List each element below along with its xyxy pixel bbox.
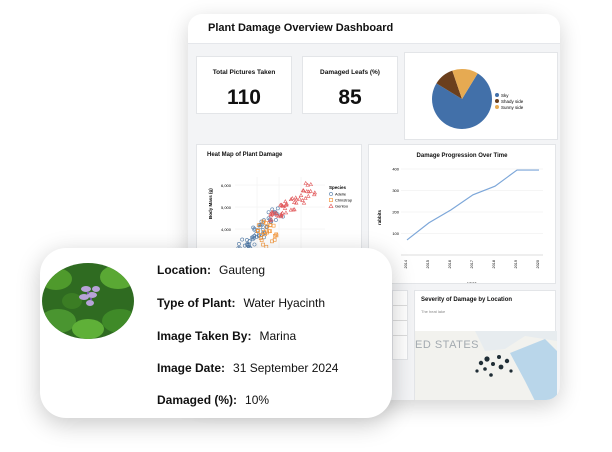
line-ytick: 100: [392, 231, 399, 236]
info-row-plant-type: Type of Plant: Water Hyacinth: [157, 296, 325, 310]
map-label: ED STATES: [415, 339, 479, 351]
scatter-point: [237, 242, 241, 246]
map-panel[interactable]: Severity of Damage by Location The heat …: [414, 290, 557, 400]
line-chart: rabbits year 400 300 200 100 2014 2015 2016 201…: [377, 167, 543, 283]
scatter-point: [259, 238, 264, 243]
info-value: 10%: [245, 393, 270, 407]
heatmap-panel[interactable]: Heat Map of Plant Damage Body Mass (g) 6…: [196, 144, 362, 262]
info-row-taken-by: Image Taken By: Marina: [157, 329, 296, 343]
scatter-point: [252, 242, 257, 247]
scatter-point: [245, 238, 249, 242]
info-key: Image Date:: [157, 361, 226, 375]
scatter-point: [271, 223, 276, 228]
heatmap-ytick: 4,000: [221, 227, 232, 232]
line-xtick: 2016: [448, 260, 452, 268]
info-key: Type of Plant:: [157, 296, 236, 310]
info-key: Location:: [157, 263, 211, 277]
stat-card-damaged-leafs[interactable]: Damaged Leafs (%) 85: [302, 56, 398, 114]
info-value: Water Hyacinth: [243, 296, 326, 310]
scatter-point: [261, 242, 265, 247]
info-value: Gauteng: [219, 263, 266, 277]
scatter-point: [306, 193, 311, 198]
scatter-point: [268, 229, 272, 233]
pie-chart-panel[interactable]: Sky Shady side Sunny side: [404, 52, 558, 140]
heatmap-legend-item: Chinstrap: [335, 198, 353, 203]
heatmap-legend-title: Species: [329, 185, 347, 190]
info-row-location: Location: Gauteng: [157, 263, 265, 277]
table-panel: [392, 290, 408, 360]
scatter-point: [262, 235, 266, 240]
scatter-point: [288, 207, 294, 212]
stat-label: Total Pictures Taken: [212, 69, 276, 76]
heatmap-legend-item: Adelie: [335, 192, 347, 197]
info-key: Damaged (%):: [157, 393, 238, 407]
line-ylabel: rabbits: [377, 209, 382, 225]
scatter-point: [283, 210, 289, 215]
map-area[interactable]: ED STATES: [415, 331, 557, 400]
scatter-point: [273, 218, 278, 222]
scatter-point: [304, 189, 310, 193]
line-xlabel: year: [467, 281, 477, 283]
pie-legend-2: Sunny side: [501, 105, 524, 110]
dashboard-title: Plant Damage Overview Dashboard: [188, 14, 560, 44]
heatmap-ylabel: Body Mass (g): [208, 188, 213, 219]
scatter-point: [240, 237, 245, 242]
line-chart-panel[interactable]: Damage Progression Over Time rabbits yea…: [368, 144, 556, 284]
line-xtick: 2014: [404, 260, 408, 268]
info-key: Image Taken By:: [157, 329, 252, 343]
pie-legend-0: Sky: [501, 93, 509, 98]
scatter-point: [312, 192, 317, 197]
info-value: 31 September 2024: [233, 361, 339, 375]
map-subtitle: The heat lake: [421, 309, 446, 314]
heatmap-ytick: 5,000: [221, 205, 232, 210]
line-series: [406, 169, 539, 241]
map-title: Severity of Damage by Location: [421, 297, 513, 303]
scatter-point: [303, 180, 308, 185]
heatmap-ytick: 6,000: [221, 183, 232, 188]
heatmap-legend-item: Gentoo: [335, 204, 349, 209]
line-ytick: 300: [392, 188, 399, 193]
line-xtick: 2020: [536, 260, 540, 268]
line-xtick: 2017: [470, 260, 474, 268]
stat-value: 85: [338, 86, 362, 109]
line-ytick: 200: [392, 210, 399, 215]
plant-image: [42, 263, 134, 339]
stat-value: 110: [227, 86, 261, 109]
scatter-point: [283, 199, 288, 204]
pie-chart: Sky Shady side Sunny side: [432, 69, 524, 129]
info-value: Marina: [259, 329, 297, 343]
info-row-damaged: Damaged (%): 10%: [157, 393, 269, 407]
line-xtick: 2015: [426, 260, 430, 268]
info-row-image-date: Image Date: 31 September 2024: [157, 361, 338, 375]
pie-legend-1: Shady side: [501, 99, 524, 104]
heatmap-title: Heat Map of Plant Damage: [207, 152, 283, 158]
line-xtick: 2018: [492, 260, 496, 268]
line-xtick: 2019: [514, 260, 518, 268]
stat-label: Damaged Leafs (%): [320, 69, 380, 76]
stat-card-total-pictures[interactable]: Total Pictures Taken 110: [196, 56, 292, 114]
heatmap-chart: Body Mass (g) 6,000 5,000 4,000 Species …: [208, 177, 353, 259]
water-hyacinth-image: [42, 263, 134, 339]
line-ytick: 400: [392, 167, 399, 172]
